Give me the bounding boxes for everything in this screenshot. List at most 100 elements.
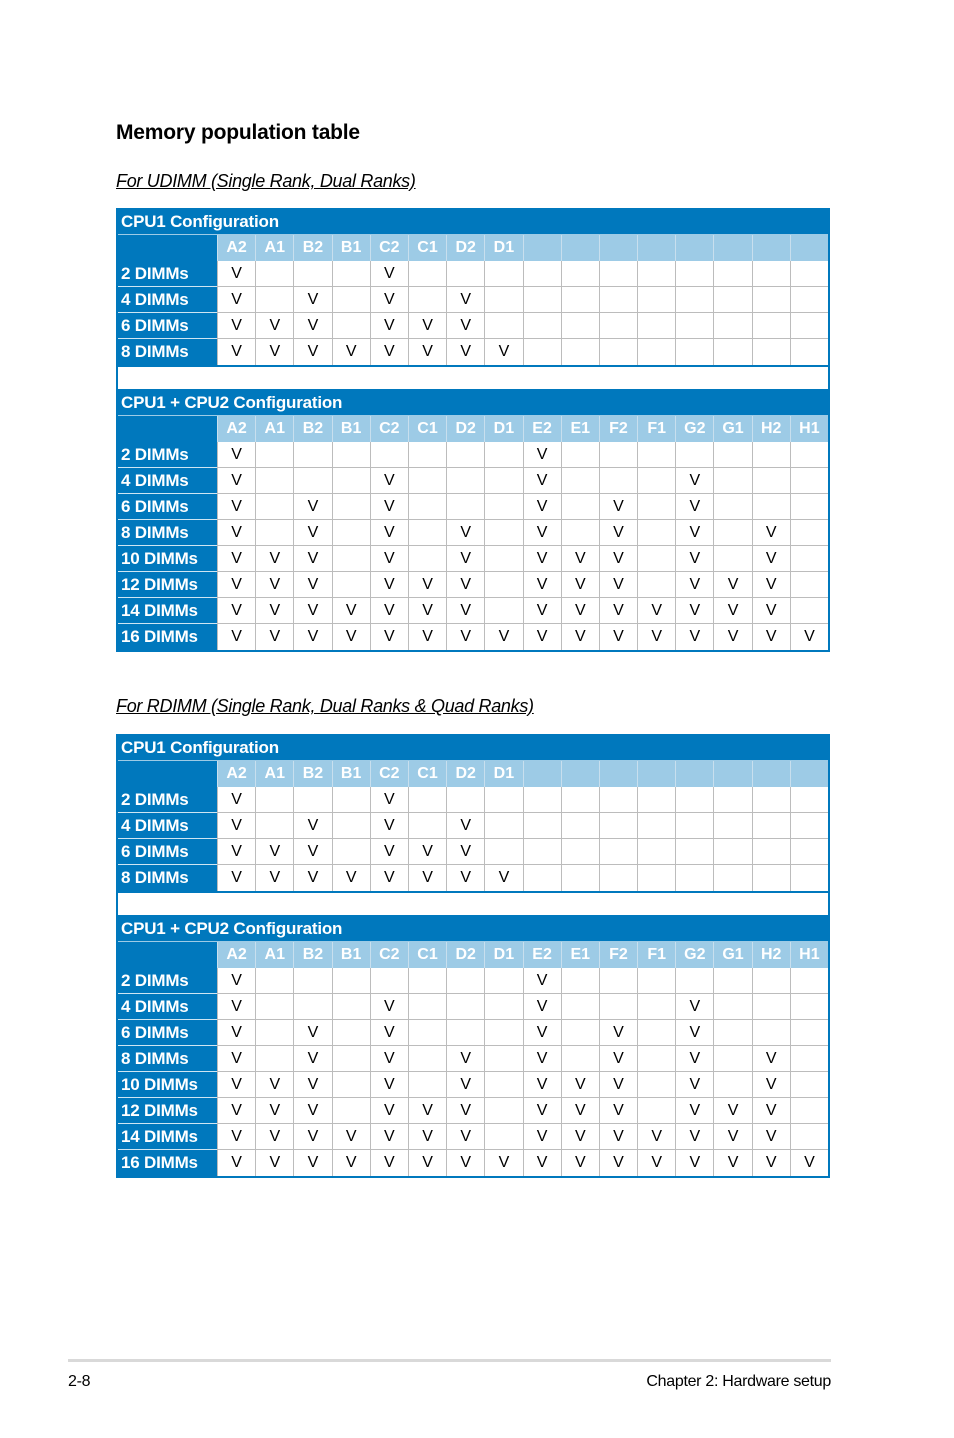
populated-slot-mark: V: [522, 1046, 561, 1072]
empty-slot-cell: [751, 468, 790, 494]
populated-slot-mark: V: [598, 572, 638, 598]
empty-slot-cell: [255, 813, 294, 839]
empty-slot-cell: [407, 787, 447, 813]
slot-header-cell: [789, 761, 828, 788]
slot-header-cell: A1: [255, 416, 294, 443]
dimm-count-label: 2 DIMMs: [118, 442, 217, 468]
empty-slot-cell: [255, 468, 294, 494]
slot-header-cell: G2: [675, 942, 714, 969]
empty-slot-cell: [675, 787, 714, 813]
empty-slot-cell: [255, 1020, 294, 1046]
empty-slot-cell: [484, 994, 523, 1020]
populated-slot-mark: V: [522, 1150, 561, 1176]
populated-slot-mark: V: [484, 865, 523, 891]
populated-slot-mark: V: [217, 1020, 256, 1046]
populated-slot-mark: V: [713, 1124, 752, 1150]
header-corner-cell: [118, 942, 217, 969]
table-row: 16 DIMMs V V V V V V V V V V V V V V V V: [118, 624, 828, 650]
empty-slot-cell: [484, 468, 523, 494]
populated-slot-mark: V: [446, 339, 485, 365]
populated-slot-mark: V: [560, 572, 599, 598]
rdimm-subtitle: For RDIMM (Single Rank, Dual Ranks & Qua…: [116, 696, 534, 716]
empty-slot-cell: [713, 1046, 752, 1072]
empty-slot-cell: [713, 468, 752, 494]
empty-slot-cell: [713, 287, 752, 313]
populated-slot-mark: V: [293, 1124, 332, 1150]
populated-slot-mark: V: [446, 1124, 485, 1150]
slot-header-cell: H2: [751, 942, 790, 969]
populated-slot-mark: V: [446, 624, 485, 650]
populated-slot-mark: V: [293, 1020, 332, 1046]
dimm-count-label: 8 DIMMs: [118, 865, 217, 891]
empty-slot-cell: [331, 442, 370, 468]
populated-slot-mark: V: [446, 1046, 485, 1072]
populated-slot-mark: V: [675, 1150, 714, 1176]
populated-slot-mark: V: [217, 442, 256, 468]
empty-slot-cell: [331, 1020, 370, 1046]
empty-slot-cell: [484, 598, 523, 624]
populated-slot-mark: V: [446, 839, 485, 865]
populated-slot-mark: V: [446, 1150, 485, 1176]
empty-slot-cell: [675, 339, 714, 365]
dimm-count-label: 10 DIMMs: [118, 546, 217, 572]
empty-slot-cell: [789, 598, 828, 624]
table-row: 16 DIMMs V V V V V V V V V V V V V V V V: [118, 1150, 828, 1176]
slot-header-cell: [522, 235, 561, 262]
slot-header-cell: C2: [369, 942, 408, 969]
empty-slot-cell: [598, 968, 638, 994]
populated-slot-mark: V: [255, 598, 294, 624]
populated-slot-mark: V: [331, 624, 370, 650]
populated-slot-mark: V: [331, 1124, 370, 1150]
populated-slot-mark: V: [217, 1072, 256, 1098]
dimm-count-label: 4 DIMMs: [118, 813, 217, 839]
populated-slot-mark: V: [407, 313, 447, 339]
empty-slot-cell: [675, 442, 714, 468]
empty-slot-cell: [598, 339, 638, 365]
empty-slot-cell: [484, 968, 523, 994]
empty-slot-cell: [484, 494, 523, 520]
populated-slot-mark: V: [522, 598, 561, 624]
empty-slot-cell: [637, 494, 676, 520]
slot-header-cell: D1: [484, 761, 523, 788]
slot-header-cell: C1: [407, 761, 447, 788]
empty-slot-cell: [331, 787, 370, 813]
populated-slot-mark: V: [522, 624, 561, 650]
empty-slot-cell: [598, 813, 638, 839]
slot-header-cell: C1: [407, 416, 447, 443]
populated-slot-mark: V: [255, 1098, 294, 1124]
empty-slot-cell: [751, 865, 790, 891]
empty-slot-cell: [331, 1098, 370, 1124]
slot-header-cell: E1: [560, 416, 599, 443]
populated-slot-mark: V: [560, 1150, 599, 1176]
empty-slot-cell: [751, 313, 790, 339]
empty-slot-cell: [675, 313, 714, 339]
slot-header-cell: A2: [217, 761, 256, 788]
empty-slot-cell: [751, 839, 790, 865]
populated-slot-mark: V: [407, 1124, 447, 1150]
empty-slot-cell: [637, 968, 676, 994]
empty-slot-cell: [789, 494, 828, 520]
populated-slot-mark: V: [407, 624, 447, 650]
slot-header-cell: D1: [484, 235, 523, 262]
populated-slot-mark: V: [293, 1098, 332, 1124]
empty-slot-cell: [484, 1020, 523, 1046]
empty-slot-cell: [484, 839, 523, 865]
table-row: 14 DIMMs V V V V V V V V V V V V V V: [118, 1124, 828, 1150]
empty-slot-cell: [407, 1072, 447, 1098]
empty-slot-cell: [637, 468, 676, 494]
slot-header-cell: A2: [217, 416, 256, 443]
empty-slot-cell: [637, 546, 676, 572]
populated-slot-mark: V: [217, 520, 256, 546]
empty-slot-cell: [751, 787, 790, 813]
rdimm-population-table: CPU1 Configuration A2 A1 B2 B1 C2 C1 D2 D1 2 DIMM…: [116, 734, 830, 1178]
populated-slot-mark: V: [446, 1098, 485, 1124]
table-body: 2 DIMMs V V 4 DIMMs V V V V 6 DIMMs V V V V V V 8 DIMMs…: [118, 442, 828, 650]
empty-slot-cell: [713, 1072, 752, 1098]
populated-slot-mark: V: [293, 1150, 332, 1176]
empty-slot-cell: [637, 339, 676, 365]
dimm-count-label: 4 DIMMs: [118, 994, 217, 1020]
populated-slot-mark: V: [217, 968, 256, 994]
empty-slot-cell: [255, 968, 294, 994]
empty-slot-cell: [331, 494, 370, 520]
empty-slot-cell: [713, 442, 752, 468]
